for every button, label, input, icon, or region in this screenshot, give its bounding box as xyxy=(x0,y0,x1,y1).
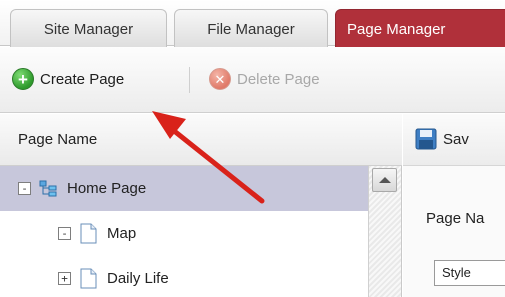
page-icon xyxy=(80,268,97,289)
collapse-toggle[interactable]: - xyxy=(58,227,71,240)
delete-circle-icon: ✕ xyxy=(209,68,231,90)
tab-strip: Site Manager File Manager Page Manager xyxy=(0,0,505,47)
floppy-disk-icon xyxy=(415,128,437,150)
page-tree-pane: Page Name - Home Page - Map + Daily Life xyxy=(0,114,402,297)
editor-toolbar: Sav xyxy=(403,114,505,166)
arrow-up-icon xyxy=(378,177,391,183)
collapse-toggle[interactable]: - xyxy=(18,182,31,195)
sitemap-icon xyxy=(39,180,57,196)
scroll-up-button[interactable] xyxy=(372,168,397,192)
tab-file-manager[interactable]: File Manager xyxy=(174,9,328,47)
expand-toggle[interactable]: + xyxy=(58,272,71,285)
page-icon xyxy=(80,223,97,244)
delete-page-label: Delete Page xyxy=(237,70,320,88)
tree-item-label: Map xyxy=(107,225,137,242)
tree-item-map[interactable]: - Map xyxy=(0,211,368,256)
create-page-button[interactable]: + Create Page xyxy=(12,66,124,92)
column-header-label: Page Name xyxy=(18,131,98,148)
style-select[interactable]: Style xyxy=(434,260,505,286)
tree-item-label: Daily Life xyxy=(107,270,169,287)
create-page-label: Create Page xyxy=(40,70,125,88)
tab-site-manager[interactable]: Site Manager xyxy=(10,9,167,47)
save-label: Sav xyxy=(443,130,469,148)
tab-page-manager[interactable]: Page Manager xyxy=(335,9,505,47)
page-name-label: Page Na xyxy=(426,210,485,227)
toolbar: + Create Page ✕ Delete Page xyxy=(0,47,505,113)
page-editor-pane: Sav Page Na Style xyxy=(403,114,505,297)
tree-item-home-page[interactable]: - Home Page xyxy=(0,166,368,211)
tree-item-label: Home Page xyxy=(67,180,147,197)
add-circle-icon: + xyxy=(12,68,34,90)
save-button[interactable]: Sav xyxy=(415,128,469,150)
delete-page-button[interactable]: ✕ Delete Page xyxy=(209,66,320,92)
tree-item-daily-life[interactable]: + Daily Life xyxy=(0,256,368,297)
toolbar-separator xyxy=(189,67,190,93)
vertical-scrollbar[interactable] xyxy=(368,166,401,297)
tree-column-header[interactable]: Page Name xyxy=(0,114,402,166)
